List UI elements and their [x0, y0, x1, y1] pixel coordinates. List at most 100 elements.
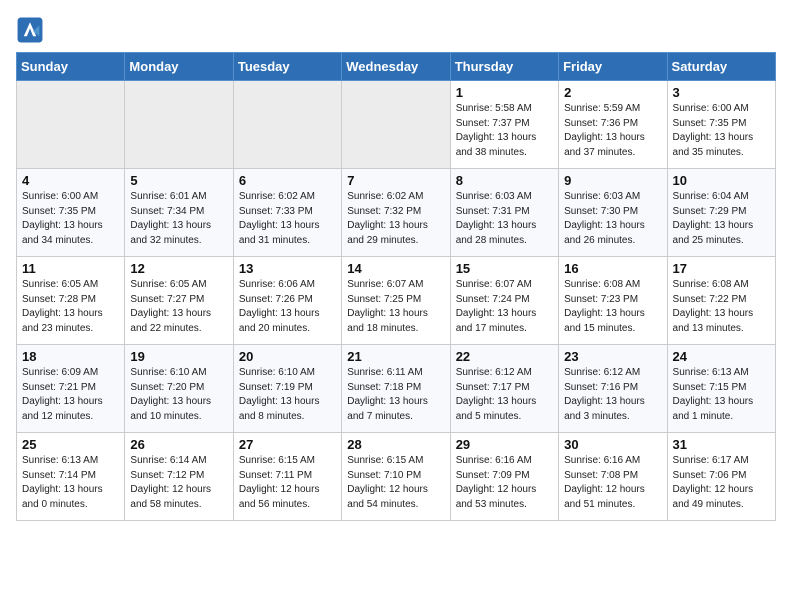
- cell-info: Sunrise: 6:03 AM Sunset: 7:31 PM Dayligh…: [456, 190, 553, 248]
- weekday-header-thursday: Thursday: [450, 53, 558, 81]
- cell-info: Sunrise: 5:59 AM Sunset: 7:36 PM Dayligh…: [564, 102, 661, 160]
- cell-day-number: 13: [239, 261, 336, 276]
- cell-info: Sunrise: 6:08 AM Sunset: 7:23 PM Dayligh…: [564, 278, 661, 336]
- weekday-header-saturday: Saturday: [667, 53, 775, 81]
- calendar-week-row: 18 Sunrise: 6:09 AM Sunset: 7:21 PM Dayli…: [17, 345, 776, 433]
- cell-info: Sunrise: 6:08 AM Sunset: 7:22 PM Dayligh…: [673, 278, 770, 336]
- cell-day-number: 22: [456, 349, 553, 364]
- cell-day-number: 2: [564, 85, 661, 100]
- cell-day-number: 28: [347, 437, 444, 452]
- cell-day-number: 4: [22, 173, 119, 188]
- calendar-cell: 29 Sunrise: 6:16 AM Sunset: 7:09 PM Dayli…: [450, 433, 558, 521]
- cell-day-number: 29: [456, 437, 553, 452]
- logo-icon: [16, 16, 44, 44]
- calendar-cell: 16 Sunrise: 6:08 AM Sunset: 7:23 PM Dayli…: [559, 257, 667, 345]
- cell-day-number: 31: [673, 437, 770, 452]
- cell-day-number: 20: [239, 349, 336, 364]
- calendar-cell: 13 Sunrise: 6:06 AM Sunset: 7:26 PM Dayli…: [233, 257, 341, 345]
- cell-info: Sunrise: 6:16 AM Sunset: 7:08 PM Dayligh…: [564, 454, 661, 512]
- cell-info: Sunrise: 6:15 AM Sunset: 7:11 PM Dayligh…: [239, 454, 336, 512]
- calendar-cell: 25 Sunrise: 6:13 AM Sunset: 7:14 PM Dayli…: [17, 433, 125, 521]
- calendar-cell: 21 Sunrise: 6:11 AM Sunset: 7:18 PM Dayli…: [342, 345, 450, 433]
- calendar-cell: 19 Sunrise: 6:10 AM Sunset: 7:20 PM Dayli…: [125, 345, 233, 433]
- calendar-cell: 31Sunrise: 6:17 AM Sunset: 7:06 PM Dayli…: [667, 433, 775, 521]
- calendar-cell: [342, 81, 450, 169]
- cell-info: Sunrise: 6:04 AM Sunset: 7:29 PM Dayligh…: [673, 190, 770, 248]
- cell-info: Sunrise: 6:07 AM Sunset: 7:25 PM Dayligh…: [347, 278, 444, 336]
- calendar-cell: 9 Sunrise: 6:03 AM Sunset: 7:30 PM Daylig…: [559, 169, 667, 257]
- calendar-cell: 17 Sunrise: 6:08 AM Sunset: 7:22 PM Dayli…: [667, 257, 775, 345]
- cell-info: Sunrise: 6:13 AM Sunset: 7:15 PM Dayligh…: [673, 366, 770, 424]
- cell-info: Sunrise: 6:10 AM Sunset: 7:19 PM Dayligh…: [239, 366, 336, 424]
- calendar-cell: 1Sunrise: 5:58 AM Sunset: 7:37 PM Daylig…: [450, 81, 558, 169]
- cell-day-number: 7: [347, 173, 444, 188]
- cell-day-number: 21: [347, 349, 444, 364]
- calendar-cell: 26 Sunrise: 6:14 AM Sunset: 7:12 PM Dayli…: [125, 433, 233, 521]
- cell-info: Sunrise: 6:06 AM Sunset: 7:26 PM Dayligh…: [239, 278, 336, 336]
- calendar-cell: 20 Sunrise: 6:10 AM Sunset: 7:19 PM Dayli…: [233, 345, 341, 433]
- calendar-cell: [125, 81, 233, 169]
- calendar-cell: [17, 81, 125, 169]
- cell-day-number: 18: [22, 349, 119, 364]
- cell-info: Sunrise: 6:02 AM Sunset: 7:32 PM Dayligh…: [347, 190, 444, 248]
- cell-day-number: 26: [130, 437, 227, 452]
- calendar-cell: 22 Sunrise: 6:12 AM Sunset: 7:17 PM Dayli…: [450, 345, 558, 433]
- calendar-cell: 28 Sunrise: 6:15 AM Sunset: 7:10 PM Dayli…: [342, 433, 450, 521]
- calendar-cell: 24 Sunrise: 6:13 AM Sunset: 7:15 PM Dayli…: [667, 345, 775, 433]
- cell-day-number: 15: [456, 261, 553, 276]
- cell-info: Sunrise: 6:12 AM Sunset: 7:16 PM Dayligh…: [564, 366, 661, 424]
- cell-day-number: 3: [673, 85, 770, 100]
- calendar-cell: [233, 81, 341, 169]
- cell-info: Sunrise: 6:16 AM Sunset: 7:09 PM Dayligh…: [456, 454, 553, 512]
- cell-info: Sunrise: 6:00 AM Sunset: 7:35 PM Dayligh…: [673, 102, 770, 160]
- calendar-cell: 11Sunrise: 6:05 AM Sunset: 7:28 PM Dayli…: [17, 257, 125, 345]
- cell-day-number: 27: [239, 437, 336, 452]
- cell-day-number: 16: [564, 261, 661, 276]
- cell-day-number: 23: [564, 349, 661, 364]
- cell-info: Sunrise: 6:03 AM Sunset: 7:30 PM Dayligh…: [564, 190, 661, 248]
- calendar-cell: 14 Sunrise: 6:07 AM Sunset: 7:25 PM Dayli…: [342, 257, 450, 345]
- calendar-week-row: 25 Sunrise: 6:13 AM Sunset: 7:14 PM Dayli…: [17, 433, 776, 521]
- cell-info: Sunrise: 6:02 AM Sunset: 7:33 PM Dayligh…: [239, 190, 336, 248]
- cell-day-number: 8: [456, 173, 553, 188]
- cell-info: Sunrise: 6:05 AM Sunset: 7:28 PM Dayligh…: [22, 278, 119, 336]
- cell-day-number: 12: [130, 261, 227, 276]
- cell-day-number: 14: [347, 261, 444, 276]
- cell-day-number: 25: [22, 437, 119, 452]
- cell-day-number: 30: [564, 437, 661, 452]
- calendar: SundayMondayTuesdayWednesdayThursdayFrid…: [16, 52, 776, 521]
- cell-info: Sunrise: 6:09 AM Sunset: 7:21 PM Dayligh…: [22, 366, 119, 424]
- cell-info: Sunrise: 6:10 AM Sunset: 7:20 PM Dayligh…: [130, 366, 227, 424]
- calendar-cell: 6 Sunrise: 6:02 AM Sunset: 7:33 PM Daylig…: [233, 169, 341, 257]
- cell-day-number: 10: [673, 173, 770, 188]
- calendar-cell: 23 Sunrise: 6:12 AM Sunset: 7:16 PM Dayli…: [559, 345, 667, 433]
- logo: [16, 16, 48, 44]
- cell-day-number: 17: [673, 261, 770, 276]
- cell-day-number: 6: [239, 173, 336, 188]
- cell-day-number: 19: [130, 349, 227, 364]
- calendar-header-row: SundayMondayTuesdayWednesdayThursdayFrid…: [17, 53, 776, 81]
- cell-info: Sunrise: 6:11 AM Sunset: 7:18 PM Dayligh…: [347, 366, 444, 424]
- weekday-header-wednesday: Wednesday: [342, 53, 450, 81]
- page-wrapper: SundayMondayTuesdayWednesdayThursdayFrid…: [16, 16, 776, 521]
- cell-info: Sunrise: 6:12 AM Sunset: 7:17 PM Dayligh…: [456, 366, 553, 424]
- calendar-cell: 4 Sunrise: 6:00 AM Sunset: 7:35 PM Daylig…: [17, 169, 125, 257]
- cell-day-number: 24: [673, 349, 770, 364]
- header: [16, 16, 776, 44]
- cell-info: Sunrise: 6:00 AM Sunset: 7:35 PM Dayligh…: [22, 190, 119, 248]
- cell-info: Sunrise: 6:13 AM Sunset: 7:14 PM Dayligh…: [22, 454, 119, 512]
- weekday-header-tuesday: Tuesday: [233, 53, 341, 81]
- weekday-header-monday: Monday: [125, 53, 233, 81]
- calendar-week-row: 1Sunrise: 5:58 AM Sunset: 7:37 PM Daylig…: [17, 81, 776, 169]
- cell-info: Sunrise: 6:07 AM Sunset: 7:24 PM Dayligh…: [456, 278, 553, 336]
- cell-info: Sunrise: 6:15 AM Sunset: 7:10 PM Dayligh…: [347, 454, 444, 512]
- calendar-cell: 8 Sunrise: 6:03 AM Sunset: 7:31 PM Daylig…: [450, 169, 558, 257]
- calendar-cell: 27 Sunrise: 6:15 AM Sunset: 7:11 PM Dayli…: [233, 433, 341, 521]
- calendar-cell: 15 Sunrise: 6:07 AM Sunset: 7:24 PM Dayli…: [450, 257, 558, 345]
- calendar-cell: 10 Sunrise: 6:04 AM Sunset: 7:29 PM Dayli…: [667, 169, 775, 257]
- calendar-cell: 7 Sunrise: 6:02 AM Sunset: 7:32 PM Daylig…: [342, 169, 450, 257]
- calendar-week-row: 4 Sunrise: 6:00 AM Sunset: 7:35 PM Daylig…: [17, 169, 776, 257]
- cell-day-number: 9: [564, 173, 661, 188]
- cell-info: Sunrise: 6:14 AM Sunset: 7:12 PM Dayligh…: [130, 454, 227, 512]
- calendar-cell: 2 Sunrise: 5:59 AM Sunset: 7:36 PM Daylig…: [559, 81, 667, 169]
